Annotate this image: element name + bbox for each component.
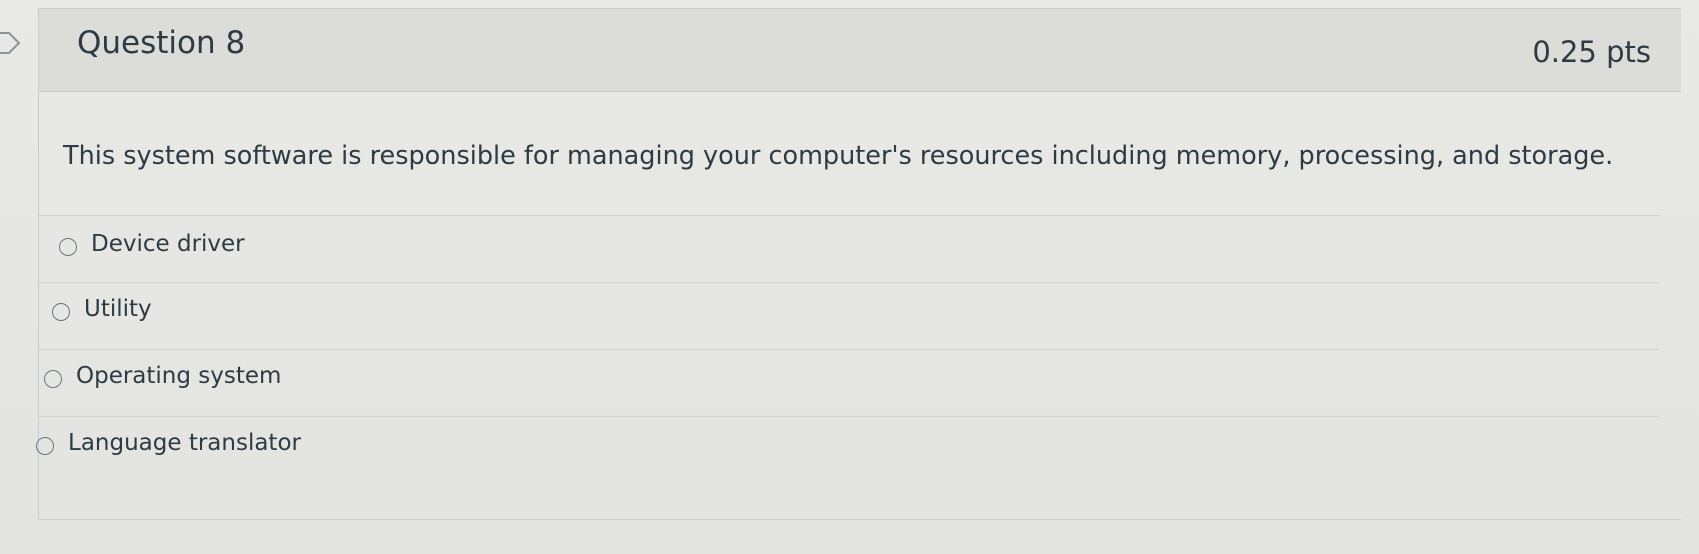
answer-option-operating-system[interactable]: Operating system <box>39 349 1659 416</box>
question-card: Question 8 0.25 pts This system software… <box>36 8 1681 520</box>
radio-button[interactable] <box>44 370 62 388</box>
answer-option-device-driver[interactable]: Device driver <box>39 215 1659 282</box>
answer-label[interactable]: Operating system <box>76 363 281 389</box>
radio-button[interactable] <box>36 437 54 455</box>
flag-question-icon[interactable] <box>0 30 22 56</box>
answer-option-utility[interactable]: Utility <box>39 282 1659 349</box>
answer-label[interactable]: Language translator <box>68 430 301 456</box>
quiz-page: Question 8 0.25 pts This system software… <box>0 0 1699 554</box>
answer-option-language-translator[interactable]: Language translator <box>36 416 1659 483</box>
answer-label[interactable]: Device driver <box>91 231 245 257</box>
radio-button[interactable] <box>59 238 77 256</box>
question-points: 0.25 pts <box>1532 35 1651 69</box>
question-header: Question 8 0.25 pts <box>39 9 1681 92</box>
radio-button[interactable] <box>52 303 70 321</box>
answer-list: Device driver Utility Operating system L… <box>36 215 1659 483</box>
question-text: This system software is responsible for … <box>63 141 1614 171</box>
answer-label[interactable]: Utility <box>84 296 152 322</box>
question-title: Question 8 <box>77 25 246 61</box>
